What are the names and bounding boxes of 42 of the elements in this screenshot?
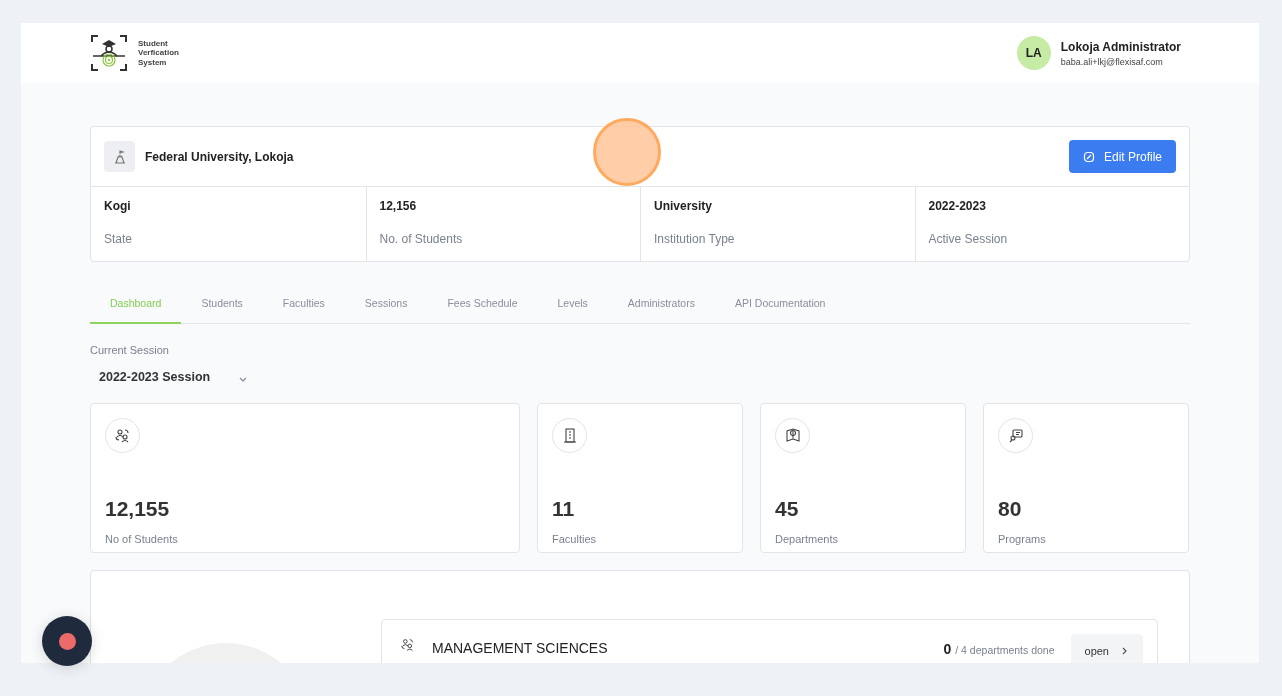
edit-icon [1082,150,1095,163]
logo-text: Student [138,38,169,49]
tab[interactable]: Sessions [344,284,428,324]
user-name: Lokoja Administrator [1060,39,1181,54]
fact-label: State [104,232,134,246]
edit-profile-button[interactable]: Edit Profile [1068,140,1176,173]
session-label: Current Session [90,344,170,356]
fact-value: 2022-2023 [928,199,987,213]
tab[interactable]: Students [181,284,263,324]
user-avatar[interactable]: LA [1016,36,1051,70]
progress-text: / 4 departments done [955,644,1055,656]
open-button[interactable]: open [1070,634,1143,663]
tab[interactable]: Fees Schedule [427,284,538,324]
stat-value: 80 [998,497,1023,521]
tab[interactable]: Levels [537,284,608,324]
stat-label: Departments [775,533,839,545]
fact-value: University [654,199,714,213]
user-email: baba.ali+lkj@flexisaf.com [1060,56,1164,67]
fact-value: 12,156 [379,199,418,213]
stat-value: 45 [775,497,800,521]
tab[interactable]: API Documentation [714,284,846,324]
building-icon [104,141,135,172]
logo-icon [90,34,128,72]
institution-name: Federal University, Lokoja [145,149,294,164]
stat-value: 11 [552,497,576,521]
done-count: 0 [943,641,952,657]
stat-value: 12,155 [105,497,171,521]
tab[interactable]: Faculties [262,284,345,324]
faculty-name: MANAGEMENT SCIENCES [432,640,609,656]
chevron-right-icon [1121,646,1129,656]
fact-label: No. of Students [379,232,464,246]
tab[interactable]: Administrators [607,284,715,324]
tab[interactable]: Dashboard [90,284,182,324]
stat-label: Faculties [552,533,598,545]
stat-label: Programs [998,533,1047,545]
fact-label: Active Session [928,232,1009,246]
fact-value: Kogi [104,199,132,213]
logo-text: Verfication [138,48,179,58]
session-dropdown[interactable]: 2022-2023 Session [90,368,258,386]
fact-label: Institution Type [654,232,736,246]
stat-label: No of Students [105,533,179,545]
logo-text: System [138,57,168,68]
